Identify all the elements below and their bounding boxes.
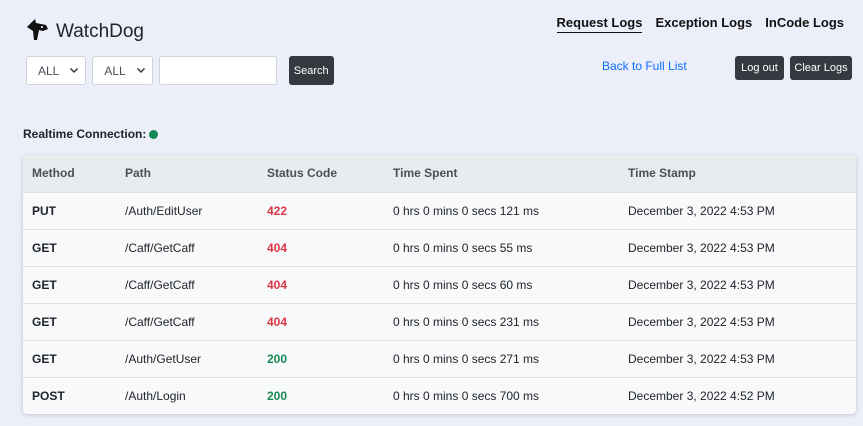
cell-method: GET — [23, 266, 116, 304]
dog-head-icon — [24, 16, 50, 47]
cell-method: POST — [32, 388, 65, 403]
cell-time-spent: 0 hrs 0 mins 0 secs 271 ms — [384, 340, 619, 378]
chevron-down-icon — [136, 64, 146, 78]
cell-status-code: 404 — [258, 303, 384, 341]
cell-status-code: 200 — [258, 340, 384, 378]
table-row[interactable]: PUT /Auth/EditUser 422 0 hrs 0 mins 0 se… — [23, 192, 856, 230]
cell-status-code: 422 — [258, 192, 384, 230]
brand[interactable]: WatchDog — [24, 16, 144, 47]
realtime-label: Realtime Connection: — [23, 127, 147, 141]
table-row[interactable]: GET /Caff/GetCaff 404 0 hrs 0 mins 0 sec… — [23, 266, 856, 304]
cell-path: /Caff/GetCaff — [116, 229, 258, 267]
top-nav: Request Logs Exception Logs InCode Logs — [556, 15, 844, 33]
back-to-full-list-link[interactable]: Back to Full List — [602, 59, 687, 73]
cell-time-spent: 0 hrs 0 mins 0 secs 60 ms — [384, 266, 619, 304]
table-row[interactable]: GET /Caff/GetCaff 404 0 hrs 0 mins 0 sec… — [23, 229, 856, 267]
table-row[interactable]: GET /Caff/GetCaff 404 0 hrs 0 mins 0 sec… — [23, 303, 856, 341]
cell-status-code: 404 — [258, 266, 384, 304]
column-header-path: Path — [116, 155, 258, 193]
method-select[interactable]: ALL — [26, 56, 87, 85]
column-header-method: Method — [23, 155, 116, 193]
table-row[interactable]: GET /Auth/GetUser 200 0 hrs 0 mins 0 sec… — [23, 340, 856, 378]
cell-time-stamp: December 3, 2022 4:52 PM — [628, 388, 775, 403]
cell-method: GET — [23, 340, 116, 378]
nav-request-logs[interactable]: Request Logs — [556, 15, 643, 33]
cell-time-spent: 0 hrs 0 mins 0 secs 231 ms — [384, 303, 619, 341]
cell-time-spent: 0 hrs 0 mins 0 secs 55 ms — [384, 229, 619, 267]
cell-method: GET — [23, 229, 116, 267]
column-header-time-spent: Time Spent — [384, 155, 619, 193]
status-select-value: ALL — [104, 63, 126, 78]
clear-logs-button[interactable]: Clear Logs — [790, 56, 852, 80]
cell-path: /Caff/GetCaff — [116, 266, 258, 304]
column-header-time-stamp: Time Stamp — [619, 155, 856, 193]
nav-exception-logs[interactable]: Exception Logs — [655, 15, 752, 33]
chevron-down-icon — [69, 64, 79, 78]
cell-method: PUT — [23, 192, 116, 230]
realtime-connection: Realtime Connection: — [23, 127, 159, 141]
table-header-row: Method Path Status Code Time Spent Time … — [23, 155, 856, 193]
cell-time-spent: 0 hrs 0 mins 0 secs 700 ms — [393, 388, 540, 403]
request-logs-table: Method Path Status Code Time Spent Time … — [23, 155, 856, 414]
cell-status-code: 200 — [267, 388, 288, 403]
nav-incode-logs[interactable]: InCode Logs — [765, 15, 844, 33]
filter-bar: ALL ALL Search — [26, 56, 334, 85]
column-header-status-code: Status Code — [258, 155, 384, 193]
cell-time-stamp: December 3, 2022 4:53 PM — [619, 192, 856, 230]
method-select-value: ALL — [38, 63, 60, 78]
cell-time-stamp: December 3, 2022 4:53 PM — [619, 340, 856, 378]
search-input[interactable] — [158, 56, 277, 85]
table-row[interactable]: POST /Auth/Login 200 0 hrs 0 mins 0 secs… — [23, 377, 856, 414]
cell-time-spent: 0 hrs 0 mins 0 secs 121 ms — [384, 192, 619, 230]
cell-path: /Auth/EditUser — [116, 192, 258, 230]
logout-button[interactable]: Log out — [735, 56, 784, 80]
cell-method: GET — [23, 303, 116, 341]
cell-time-stamp: December 3, 2022 4:53 PM — [619, 303, 856, 341]
cell-time-stamp: December 3, 2022 4:53 PM — [619, 229, 856, 267]
cell-time-stamp: December 3, 2022 4:53 PM — [619, 266, 856, 304]
connection-status-dot — [149, 129, 159, 139]
cell-path: /Auth/GetUser — [116, 340, 258, 378]
cell-path: /Caff/GetCaff — [116, 303, 258, 341]
cell-status-code: 404 — [258, 229, 384, 267]
brand-name: WatchDog — [56, 20, 144, 42]
status-select[interactable]: ALL — [92, 56, 153, 85]
cell-path: /Auth/Login — [125, 388, 186, 403]
search-button[interactable]: Search — [288, 56, 334, 85]
